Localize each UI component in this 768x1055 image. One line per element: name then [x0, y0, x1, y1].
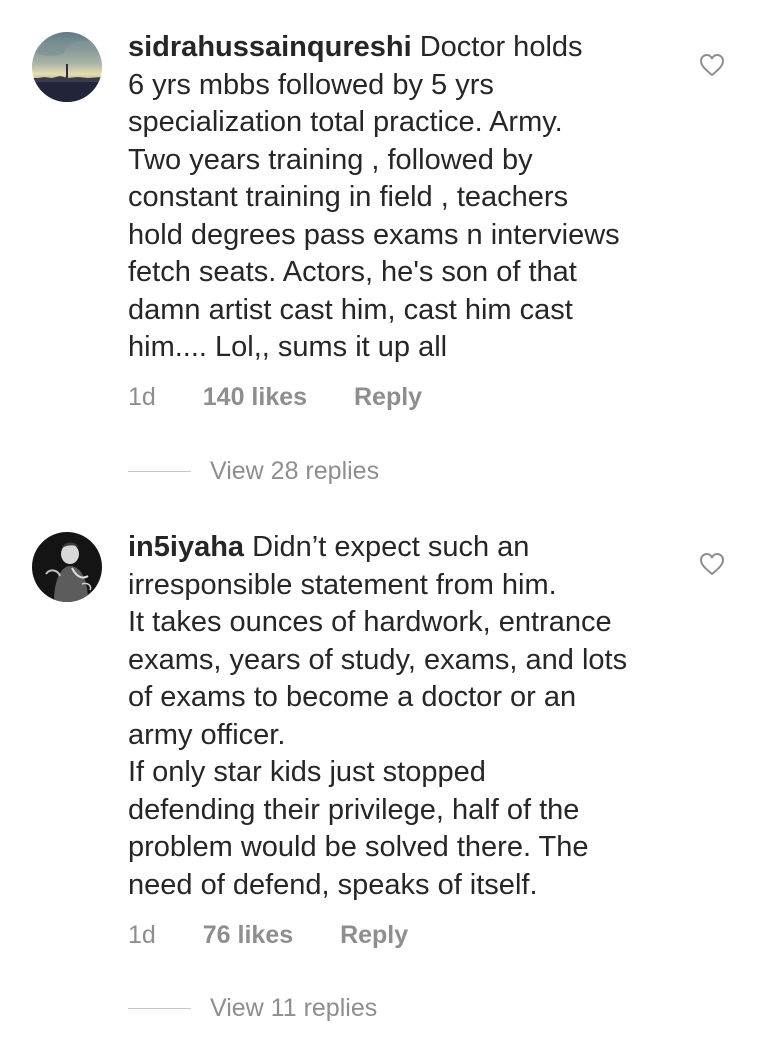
comment-line: problem would be solved there. The: [128, 831, 589, 863]
reply-button[interactable]: Reply: [340, 921, 408, 950]
comment-line: Doctor holds: [411, 31, 583, 63]
view-replies-label: View 28 replies: [210, 456, 380, 485]
comment-line: hold degrees pass exams n interviews: [128, 218, 620, 251]
view-replies-button[interactable]: View 11 replies: [128, 993, 377, 1023]
comment-timestamp: 1d: [128, 921, 156, 949]
avatar-person-photo: [32, 532, 102, 602]
likes-count[interactable]: 140 likes: [203, 383, 307, 412]
comment-line: him.... Lol,, sums it up all: [128, 331, 448, 363]
comment-line: of exams to become a doctor or an: [128, 681, 577, 713]
comment-line: irresponsible statement from him.: [128, 568, 557, 601]
divider: [128, 1007, 191, 1009]
view-replies-button[interactable]: View 28 replies: [128, 456, 379, 486]
comment-line: specialization total practice. Army.: [128, 106, 563, 138]
avatar[interactable]: [32, 32, 102, 102]
comment-line: constant training in field , teachers: [128, 181, 569, 213]
avatar[interactable]: [32, 532, 102, 602]
comment-meta: 1d 140 likes Reply: [128, 383, 422, 412]
comment-text: in5iyaha Didn’t expect such an irrespons…: [128, 529, 683, 904]
divider: [128, 470, 191, 472]
comment-username[interactable]: sidrahussainqureshi: [128, 31, 412, 63]
comment-text: sidrahussainqureshi Doctor holds 6 yrs m…: [128, 29, 683, 367]
comment-line: exams, years of study, exams, and lots: [128, 643, 628, 676]
heart-outline-icon[interactable]: [699, 552, 725, 576]
comment-line: 6 yrs mbbs followed by 5 yrs: [128, 68, 494, 101]
comment-line: It takes ounces of hardwork, entrance: [128, 606, 612, 638]
comment-username[interactable]: in5iyaha: [128, 531, 244, 563]
comment-line: Two years training , followed by: [128, 143, 533, 176]
comment-line: fetch seats. Actors, he's son of that: [128, 256, 577, 288]
comment-line: army officer.: [128, 718, 286, 751]
comment-meta: 1d 76 likes Reply: [128, 921, 408, 950]
reply-button[interactable]: Reply: [354, 383, 422, 412]
comment-line: If only star kids just stopped: [128, 756, 486, 788]
comment-timestamp: 1d: [128, 383, 156, 411]
comment-line: Didn’t expect such an: [244, 531, 530, 563]
heart-outline-icon[interactable]: [699, 53, 725, 77]
avatar-landscape-photo: [32, 32, 102, 102]
comment-line: damn artist cast him, cast him cast: [128, 293, 573, 326]
likes-count[interactable]: 76 likes: [203, 921, 293, 950]
comment-line: defending their privilege, half of the: [128, 793, 580, 826]
view-replies-label: View 11 replies: [210, 993, 378, 1022]
comment-line: need of defend, speaks of itself.: [128, 868, 538, 901]
